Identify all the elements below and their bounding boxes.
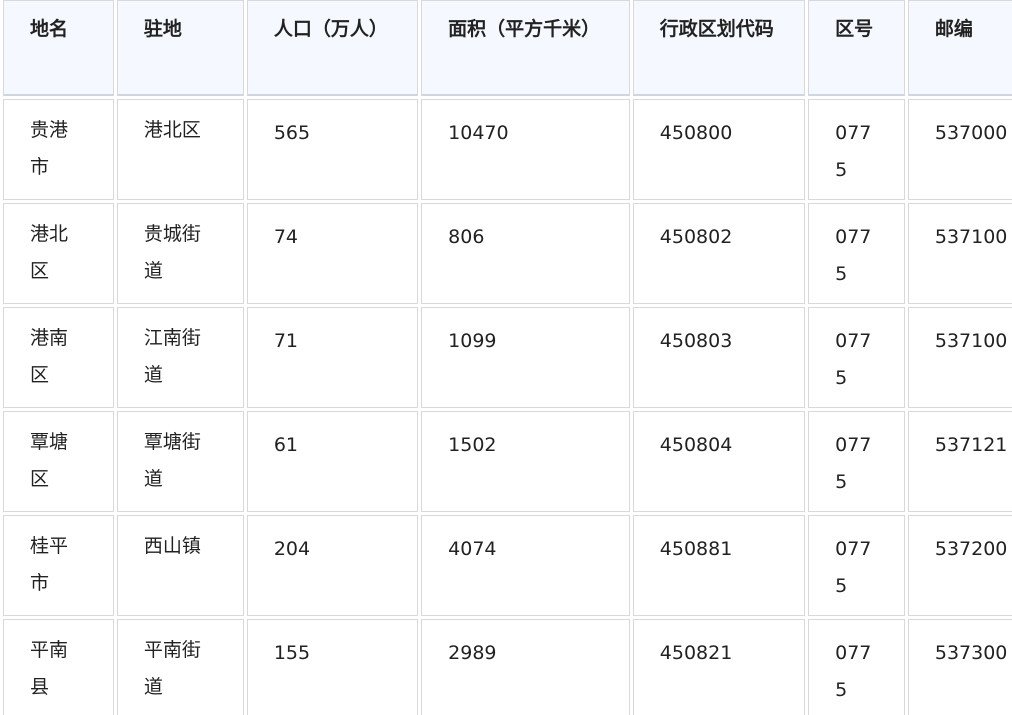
- header-place-name: 地名: [3, 0, 114, 96]
- header-population: 人口（万人）: [246, 0, 419, 96]
- cell-seat: 西山镇: [116, 515, 244, 616]
- cell-place-name: 港南区: [3, 307, 114, 408]
- cell-area-code: 0775: [808, 619, 905, 715]
- cell-postal-code: 537000: [907, 99, 1012, 200]
- cell-place-name: 覃塘区: [3, 411, 114, 512]
- cell-seat: 贵城街道: [116, 203, 244, 304]
- table-header-row: 地名 驻地 人口（万人） 面积（平方千米） 行政区划代码 区号 邮编: [3, 0, 1012, 96]
- cell-population: 565: [246, 99, 419, 200]
- cell-population: 71: [246, 307, 419, 408]
- cell-area-code: 0775: [808, 411, 905, 512]
- table-row: 桂平市 西山镇 204 4074 450881 0775 537200: [3, 515, 1012, 616]
- cell-postal-code: 537200: [907, 515, 1012, 616]
- cell-area: 2989: [421, 619, 630, 715]
- cell-postal-code: 537100: [907, 203, 1012, 304]
- header-area-code: 区号: [808, 0, 905, 96]
- cell-area: 1502: [421, 411, 630, 512]
- table-container: 地名 驻地 人口（万人） 面积（平方千米） 行政区划代码 区号 邮编 贵港市 港…: [0, 0, 1012, 715]
- cell-seat: 港北区: [116, 99, 244, 200]
- cell-population: 155: [246, 619, 419, 715]
- table-row: 覃塘区 覃塘街道 61 1502 450804 0775 537121: [3, 411, 1012, 512]
- cell-division-code: 450800: [632, 99, 806, 200]
- cell-population: 61: [246, 411, 419, 512]
- cell-area: 10470: [421, 99, 630, 200]
- table-row: 平南县 平南街道 155 2989 450821 0775 537300: [3, 619, 1012, 715]
- cell-postal-code: 537300: [907, 619, 1012, 715]
- header-seat: 驻地: [116, 0, 244, 96]
- header-postal-code: 邮编: [907, 0, 1012, 96]
- cell-seat: 平南街道: [116, 619, 244, 715]
- cell-place-name: 贵港市: [3, 99, 114, 200]
- cell-division-code: 450803: [632, 307, 806, 408]
- cell-division-code: 450804: [632, 411, 806, 512]
- cell-division-code: 450821: [632, 619, 806, 715]
- table-row: 港北区 贵城街道 74 806 450802 0775 537100: [3, 203, 1012, 304]
- cell-area: 4074: [421, 515, 630, 616]
- cell-seat: 江南街道: [116, 307, 244, 408]
- header-area: 面积（平方千米）: [421, 0, 630, 96]
- cell-area-code: 0775: [808, 515, 905, 616]
- cell-postal-code: 537121: [907, 411, 1012, 512]
- cell-population: 74: [246, 203, 419, 304]
- cell-area: 806: [421, 203, 630, 304]
- cell-place-name: 港北区: [3, 203, 114, 304]
- cell-area: 1099: [421, 307, 630, 408]
- cell-seat: 覃塘街道: [116, 411, 244, 512]
- cell-place-name: 桂平市: [3, 515, 114, 616]
- admin-division-table: 地名 驻地 人口（万人） 面积（平方千米） 行政区划代码 区号 邮编 贵港市 港…: [0, 0, 1012, 715]
- cell-area-code: 0775: [808, 307, 905, 408]
- cell-postal-code: 537100: [907, 307, 1012, 408]
- cell-area-code: 0775: [808, 99, 905, 200]
- table-row: 贵港市 港北区 565 10470 450800 0775 537000: [3, 99, 1012, 200]
- cell-place-name: 平南县: [3, 619, 114, 715]
- cell-area-code: 0775: [808, 203, 905, 304]
- table-row: 港南区 江南街道 71 1099 450803 0775 537100: [3, 307, 1012, 408]
- cell-division-code: 450881: [632, 515, 806, 616]
- header-division-code: 行政区划代码: [632, 0, 806, 96]
- cell-division-code: 450802: [632, 203, 806, 304]
- cell-population: 204: [246, 515, 419, 616]
